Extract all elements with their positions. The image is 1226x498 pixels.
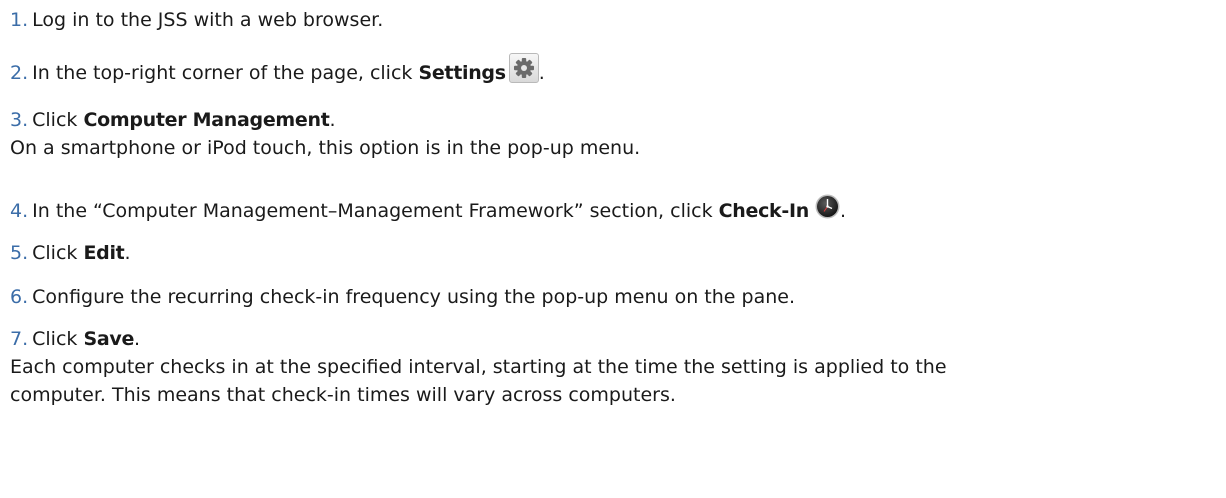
computer-management-keyword: Computer Management [83, 109, 330, 131]
settings-keyword: Settings [418, 62, 506, 84]
step-text: Click [32, 328, 84, 350]
step-3: 3. Click Computer Management. On a smartp… [10, 106, 1220, 162]
step-description-continued: computer. This means that check-in times… [10, 384, 676, 406]
step-description: On a smartphone or iPod touch, this opti… [10, 137, 641, 159]
step-7: 7. Click Save. Each computer checks in at… [10, 325, 1220, 409]
edit-keyword: Edit [83, 242, 125, 264]
step-text: Log in to the JSS with a web browser. [32, 9, 384, 31]
step-number: 4. [10, 200, 29, 222]
step-text: Click [32, 109, 84, 131]
step-text: In the “Computer Management–Management F… [32, 200, 719, 222]
step-post: . [134, 328, 141, 350]
step-number: 2. [10, 62, 29, 84]
step-4: 4. In the “Computer Management–Management… [10, 194, 1220, 225]
step-6: 6. Configure the recurring check-in frequ… [10, 283, 1220, 311]
check-in-keyword: Check-In [718, 200, 810, 222]
step-post: . [124, 242, 131, 264]
step-5: 5. Click Edit. [10, 239, 1220, 267]
clock-icon [815, 194, 840, 219]
save-keyword: Save [83, 328, 135, 350]
step-post: . [538, 62, 545, 84]
step-2: 2. In the top-right corner of the page, c… [10, 53, 1220, 87]
step-number: 7. [10, 328, 29, 350]
step-post: . [329, 109, 336, 131]
step-text: In the top-right corner of the page, cli… [32, 62, 419, 84]
step-number: 5. [10, 242, 29, 264]
step-number: 1. [10, 9, 29, 31]
step-text: Click [32, 242, 84, 264]
step-1: 1. Log in to the JSS with a web browser. [10, 6, 1220, 34]
step-number: 3. [10, 109, 29, 131]
step-number: 6. [10, 286, 29, 308]
step-post: . [839, 200, 847, 222]
step-description: Each computer checks in at the specified… [10, 356, 947, 378]
gear-icon [508, 53, 539, 83]
step-text: Configure the recurring check-in frequen… [32, 286, 795, 308]
